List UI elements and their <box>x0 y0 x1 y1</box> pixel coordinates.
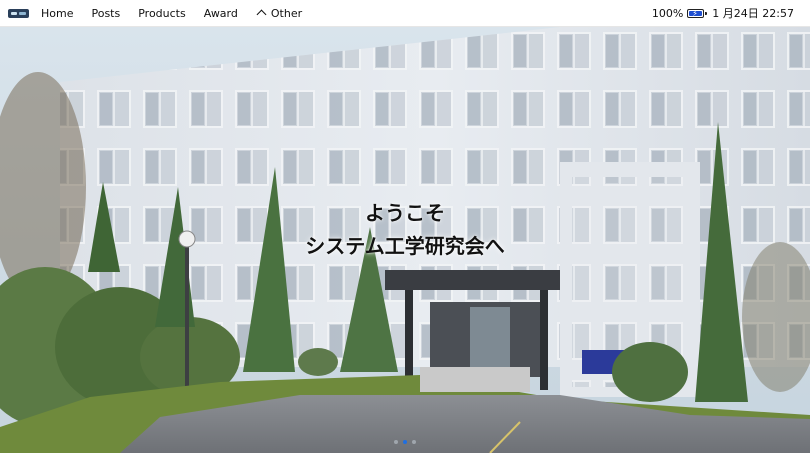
hero-slider[interactable]: ようこそ システム工学研究会へ <box>0 27 810 453</box>
top-nav-bar: Home Posts Products Award Other 100% ⚡ 1… <box>0 0 810 27</box>
date-time: 1 月24日 22:57 <box>712 7 794 20</box>
chevron-up-icon <box>256 9 267 20</box>
nav-item-other-label: Other <box>270 6 303 20</box>
welcome-line-2: システム工学研究会へ <box>305 234 505 258</box>
logo-icon[interactable] <box>8 8 29 18</box>
nav-item-other[interactable]: Other <box>256 7 302 20</box>
slide-dot-3[interactable] <box>412 440 416 444</box>
slide-dot-1[interactable] <box>394 440 398 444</box>
nav-item-award[interactable]: Award <box>204 7 238 20</box>
nav-item-posts[interactable]: Posts <box>91 7 120 20</box>
main-nav: Home Posts Products Award Other <box>41 7 302 20</box>
slide-dot-2[interactable] <box>403 440 407 444</box>
nav-item-products[interactable]: Products <box>138 7 186 20</box>
welcome-line-1: ようこそ <box>365 201 445 225</box>
slide-indicators <box>0 440 810 444</box>
status-area: 100% ⚡ 1 月24日 22:57 <box>652 5 802 21</box>
nav-item-home[interactable]: Home <box>41 7 73 20</box>
welcome-heading: ようこそ システム工学研究会へ <box>0 197 810 263</box>
battery-icon: ⚡ <box>687 8 707 18</box>
battery-percent: 100% <box>651 6 684 20</box>
charging-bolt-icon: ⚡ <box>692 8 698 18</box>
